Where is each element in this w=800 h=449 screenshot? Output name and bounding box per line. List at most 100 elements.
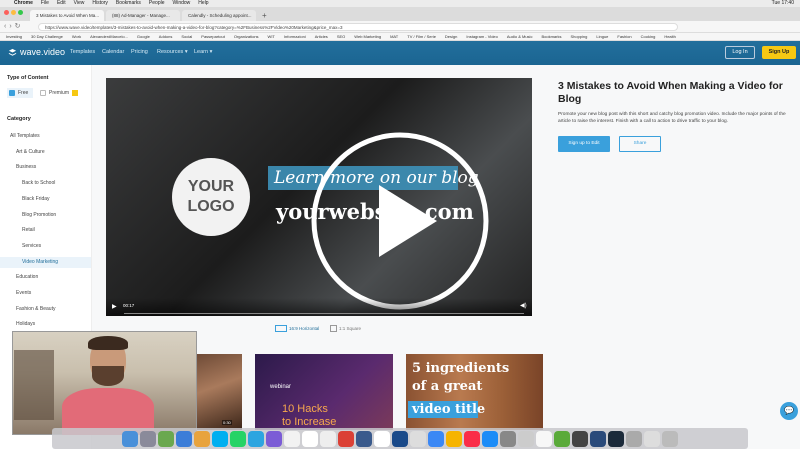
premium-checkbox[interactable]: Premium	[38, 88, 82, 98]
app-icon[interactable]	[572, 430, 588, 447]
app-store-icon[interactable]	[482, 430, 498, 447]
nav-learn[interactable]: Learn ▾	[194, 49, 212, 55]
browser-tab-active[interactable]: 3 Mistakes to Avoid When Ma...	[30, 10, 104, 21]
things-icon[interactable]	[374, 430, 390, 447]
whatsapp-icon[interactable]	[230, 430, 246, 447]
category-item[interactable]: Blog Promotion	[0, 210, 91, 221]
category-item[interactable]: Retail	[0, 225, 91, 236]
bookmark-item[interactable]: Health	[664, 34, 676, 39]
category-item[interactable]: Black Friday	[0, 194, 91, 205]
menu-chrome[interactable]: Chrome	[14, 0, 33, 7]
site-logo[interactable]: wave.video	[20, 47, 65, 57]
music-icon[interactable]	[464, 430, 480, 447]
bookmark-item[interactable]: MAT	[390, 34, 398, 39]
format-horizontal-toggle[interactable]: 16:9 Horizontal	[275, 325, 319, 332]
bookmark-item[interactable]: Lingue	[596, 34, 608, 39]
play-button-icon[interactable]	[309, 130, 491, 312]
category-item[interactable]: Holidays	[0, 319, 91, 330]
menu-history[interactable]: History	[92, 0, 108, 7]
app-icon[interactable]	[518, 430, 534, 447]
chat-icon[interactable]: 💬	[780, 402, 798, 420]
grammarly-icon[interactable]	[554, 430, 570, 447]
finder-icon[interactable]	[122, 430, 138, 447]
category-item[interactable]: Video Marketing	[0, 256, 91, 268]
safari-icon[interactable]	[176, 430, 192, 447]
bookmark-item[interactable]: Passepartout	[201, 34, 225, 39]
category-item[interactable]: Education	[0, 272, 91, 283]
login-button[interactable]: Log In	[725, 46, 755, 59]
app-icon[interactable]	[158, 430, 174, 447]
video-preview[interactable]: YOUR LOGO Learn more on our blog yourweb…	[106, 78, 532, 316]
trash-icon[interactable]	[662, 430, 678, 447]
category-item[interactable]: Fashion & Beauty	[0, 304, 91, 315]
play-small-icon[interactable]: ▶	[112, 303, 117, 310]
minimize-window-icon[interactable]	[11, 10, 16, 15]
calendar-icon[interactable]	[284, 430, 300, 447]
sign-up-to-edit-button[interactable]: Sign up to Edit	[558, 136, 610, 152]
video-progress-bar[interactable]	[124, 313, 524, 314]
new-tab-button[interactable]: +	[258, 10, 267, 21]
bookmark-item[interactable]: Investing	[6, 34, 22, 39]
bookmark-item[interactable]: Bookmarks	[541, 34, 561, 39]
nav-templates[interactable]: Templates	[70, 49, 95, 55]
browser-tab[interactable]: (88) Ad-Manager - Manage...	[106, 10, 180, 21]
bookmark-item[interactable]: Audio & Music	[507, 34, 533, 39]
menu-help[interactable]: Help	[198, 0, 208, 7]
app-icon[interactable]	[536, 430, 552, 447]
app-icon[interactable]	[590, 430, 606, 447]
bookmark-item[interactable]: Web Marketing	[354, 34, 381, 39]
bookmark-item[interactable]: Addons	[159, 34, 173, 39]
keynote-icon[interactable]	[428, 430, 444, 447]
free-checkbox[interactable]: Free	[7, 88, 33, 98]
category-item[interactable]: Back to School	[0, 178, 91, 189]
close-window-icon[interactable]	[4, 10, 9, 15]
browser-nav-icons[interactable]: ‹›↻	[4, 22, 24, 30]
bookmark-item[interactable]: Informazioni	[284, 34, 306, 39]
category-item[interactable]: Business	[0, 162, 91, 173]
chrome-icon[interactable]	[194, 430, 210, 447]
bookmark-item[interactable]: Instagram - Video	[466, 34, 498, 39]
category-item[interactable]: Events	[0, 288, 91, 299]
bookmark-item[interactable]: Design	[445, 34, 457, 39]
app-icon[interactable]	[410, 430, 426, 447]
bookmark-item[interactable]: Shopping	[570, 34, 587, 39]
1password-icon[interactable]	[392, 430, 408, 447]
nav-calendar[interactable]: Calendar	[102, 49, 124, 55]
menu-people[interactable]: People	[149, 0, 165, 7]
bookmark-item[interactable]: Work	[72, 34, 81, 39]
reminders-icon[interactable]	[320, 430, 336, 447]
share-button[interactable]: Share	[619, 136, 661, 152]
menu-view[interactable]: View	[74, 0, 85, 7]
category-item[interactable]: Services	[0, 241, 91, 252]
menu-bookmarks[interactable]: Bookmarks	[116, 0, 141, 7]
skype-icon[interactable]	[212, 430, 228, 447]
bookmark-item[interactable]: TV / Film / Serie	[407, 34, 436, 39]
notes-icon[interactable]	[302, 430, 318, 447]
app-icon[interactable]	[356, 430, 372, 447]
zoom-window-icon[interactable]	[18, 10, 23, 15]
menu-window[interactable]: Window	[173, 0, 191, 7]
nav-resources[interactable]: Resources ▾	[157, 49, 188, 55]
bookmark-item[interactable]: Cooking	[641, 34, 656, 39]
system-preferences-icon[interactable]	[500, 430, 516, 447]
signup-button[interactable]: Sign Up	[762, 46, 796, 59]
audition-icon[interactable]	[608, 430, 624, 447]
nav-pricing[interactable]: Pricing	[131, 49, 148, 55]
bookmark-item[interactable]: WIT	[268, 34, 275, 39]
bookmark-item[interactable]: Articles	[315, 34, 328, 39]
app-icon[interactable]	[266, 430, 282, 447]
address-bar[interactable]: https://www.wave.video/templates/3-mista…	[38, 23, 678, 31]
app-icon[interactable]	[644, 430, 660, 447]
todoist-icon[interactable]	[338, 430, 354, 447]
bookmark-item[interactable]: Fashion	[617, 34, 631, 39]
app-icon[interactable]	[626, 430, 642, 447]
volume-icon[interactable]: ◀)	[520, 302, 527, 309]
bookmark-item[interactable]: Organizations	[234, 34, 259, 39]
telegram-icon[interactable]	[248, 430, 264, 447]
menu-file[interactable]: File	[41, 0, 49, 7]
bookmark-item[interactable]: Google	[137, 34, 150, 39]
photos-icon[interactable]	[446, 430, 462, 447]
launchpad-icon[interactable]	[140, 430, 156, 447]
bookmark-item[interactable]: AlexanderdMarcelo...	[90, 34, 128, 39]
category-item[interactable]: All Templates	[0, 131, 91, 142]
